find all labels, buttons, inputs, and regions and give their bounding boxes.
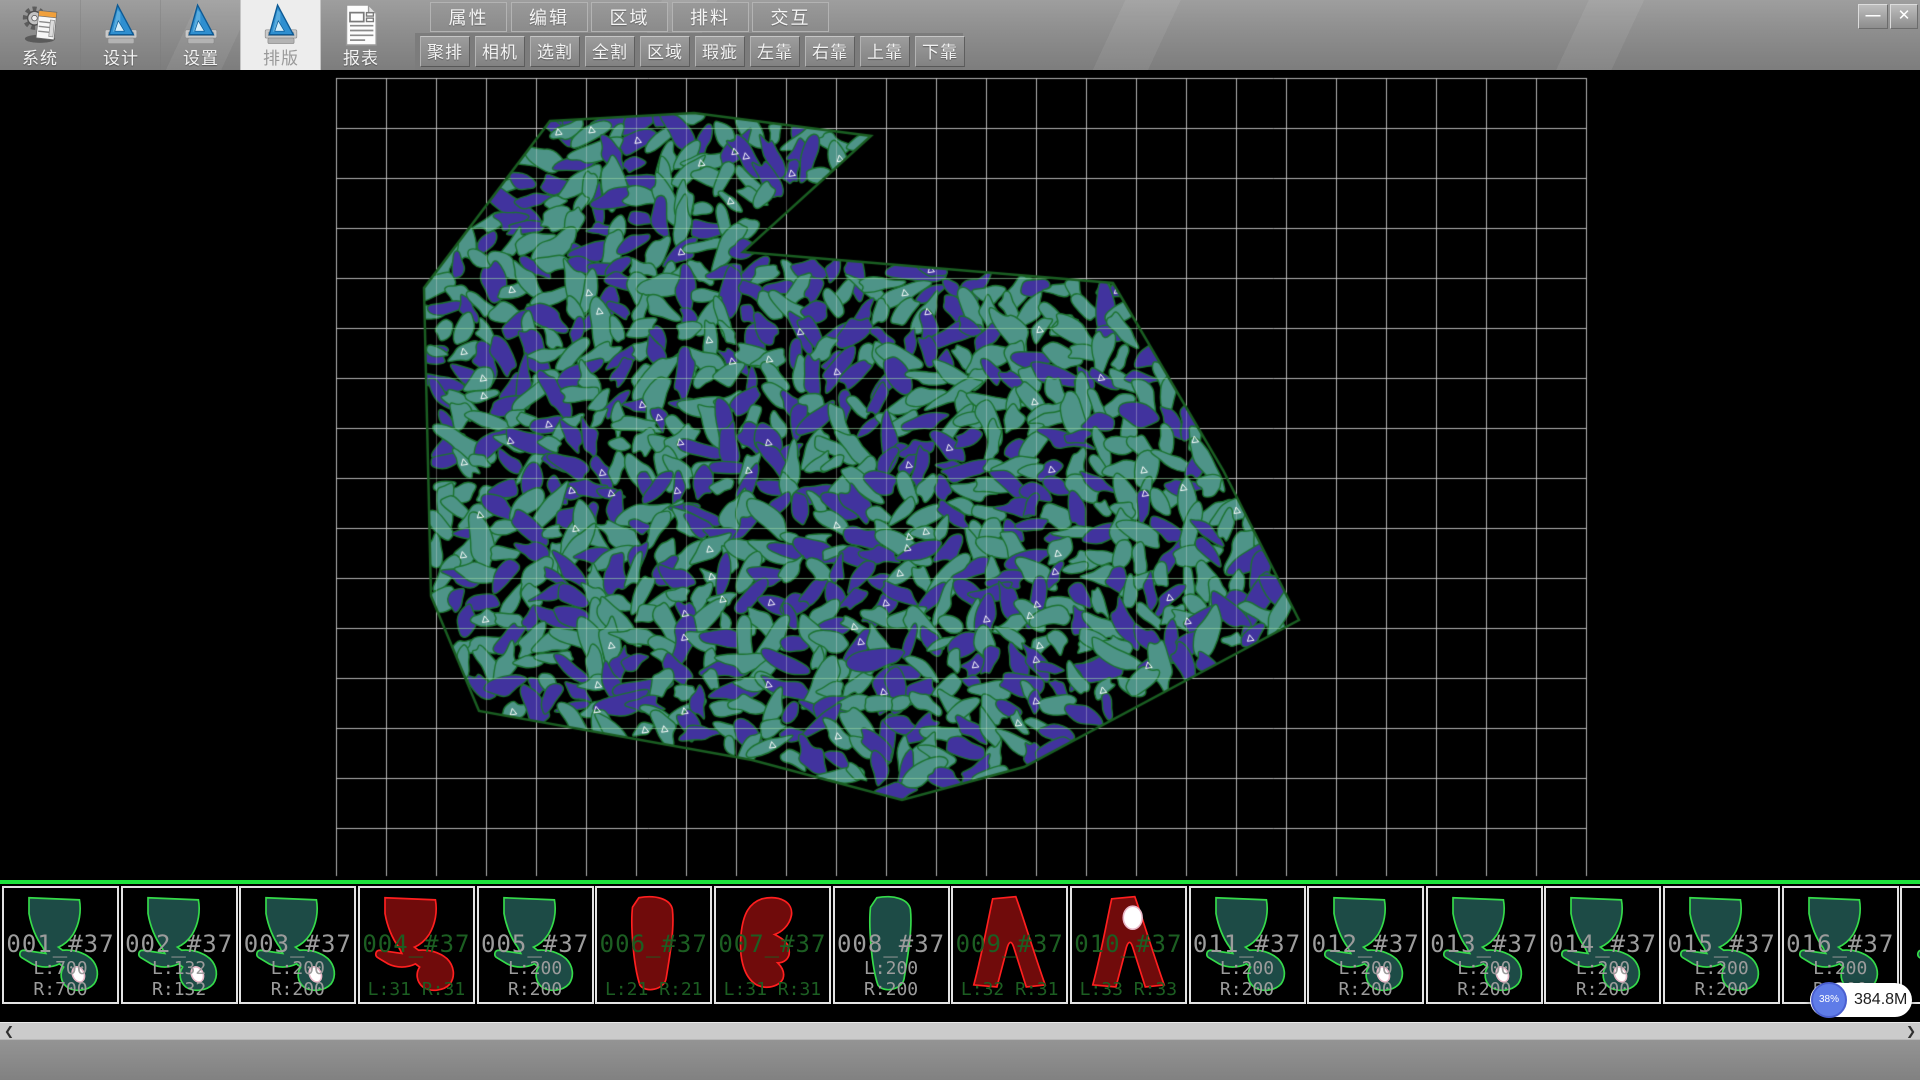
piece-lr-count: L:31 R:31 [360,979,473,1000]
piece-thumbnail-013_#37[interactable]: 013_#37 L:200 R:200 [1426,886,1543,1004]
tool-button-2[interactable]: 相机 [475,36,525,67]
piece-id-label: 010_#37 [1072,930,1185,958]
tool-button-3[interactable]: 选割 [530,36,580,67]
piece-thumbnail-010_#37[interactable]: 010_#37 L:33 R:33 [1070,886,1187,1004]
mode-button-label: 设置 [161,44,241,69]
piece-lr-count: L:31 R:31 [716,979,829,1000]
menu-button-4[interactable]: 排料 [672,2,749,32]
mode-button-4[interactable]: 排版 [240,0,321,70]
piece-thumbnail-008_#37[interactable]: 008_#37 L:200 R:200 [833,886,950,1004]
progress-percent-circle: 38% [1811,982,1847,1018]
piece-thumbnail-009_#37[interactable]: 009_#37 L:32 R:31 [951,886,1068,1004]
menu-button-1[interactable]: 属性 [430,2,507,32]
piece-id-label: 013_#37 [1428,930,1541,958]
gear-notebook-icon [18,2,62,48]
minimize-button[interactable]: — [1858,4,1888,29]
piece-lr-count: L:33 R:33 [1072,979,1185,1000]
piece-id-label: 008_#37 [835,930,948,958]
nesting-canvas[interactable] [0,70,1920,880]
application-window: 系统 设计 设置 排版 报表 属性编辑区 [0,0,1920,1080]
piece-lr-count: L:200 R:200 [1309,958,1422,1000]
tool-button-5[interactable]: 区域 [640,36,690,67]
tool-button-1[interactable]: 聚排 [420,36,470,67]
status-bar [0,1039,1920,1080]
progress-size-label: 384.8M [1854,991,1907,1009]
piece-thumbnail-007_#37[interactable]: 007_#37 L:31 R:31 [714,886,831,1004]
ribbon-toolbar: 系统 设计 设置 排版 报表 属性编辑区 [0,0,1920,70]
set-square-icon [179,2,223,48]
mode-button-3[interactable]: 设置 [160,0,241,70]
piece-lr-count: L:200 R:200 [479,958,592,1000]
tool-button-8[interactable]: 右靠 [805,36,855,67]
mode-button-label: 报表 [321,44,401,69]
piece-id-label: 004_#37 [360,930,473,958]
piece-lr-count: L:200 R:200 [835,958,948,1000]
piece-thumbnail-002_#37[interactable]: 002_#37 L:132 R:132 [121,886,238,1004]
piece-id-label: 012_#37 [1309,930,1422,958]
piece-id-label: 009_#37 [953,930,1066,958]
piece-id-label: 016_#37 [1784,930,1897,958]
set-square-icon [259,2,303,48]
piece-thumbnail-001_#37[interactable]: 001_#37 L:700 R:700 [2,886,119,1004]
piece-lr-count: L:200 R:200 [1191,958,1304,1000]
piece-id-label: 007_#37 [716,930,829,958]
piece-thumbnail-003_#37[interactable]: 003_#37 L:200 R:200 [239,886,356,1004]
piece-thumbnail-011_#37[interactable]: 011_#37 L:200 R:200 [1189,886,1306,1004]
piece-id-label: 011_#37 [1191,930,1304,958]
scroll-left-arrow-icon[interactable]: ❮ [0,1023,18,1039]
piece-lr-count: L:200 R:200 [1546,958,1659,1000]
mode-button-label: 系统 [0,44,80,69]
piece-thumbnail-012_#37[interactable]: 012_#37 L:200 R:200 [1307,886,1424,1004]
menu-button-3[interactable]: 区域 [591,2,668,32]
mode-button-2[interactable]: 设计 [80,0,161,70]
tool-button-4[interactable]: 全割 [585,36,635,67]
report-icon [339,2,383,48]
close-button[interactable]: ✕ [1890,4,1918,29]
piece-thumbnail-004_#37[interactable]: 004_#37 L:31 R:31 [358,886,475,1004]
piece-lr-count: L:132 R:132 [123,958,236,1000]
piece-thumbnail-strip: 001_#37 L:700 R:700 002_#37 L:132 R:132 … [0,884,1920,1008]
mode-button-1[interactable]: 系统 [0,0,80,70]
piece-lr-count: L:200 R:200 [1665,958,1778,1000]
mode-button-5[interactable]: 报表 [320,0,401,70]
piece-id-label: 0 [1902,930,1920,958]
piece-thumbnail-014_#37[interactable]: 014_#37 L:200 R:200 [1544,886,1661,1004]
piece-id-label: 001_#37 [4,930,117,958]
piece-lr-count: L:200 R:200 [241,958,354,1000]
piece-lr-count: L:32 R:31 [953,979,1066,1000]
piece-id-label: 006_#37 [597,930,710,958]
piece-thumbnail-005_#37[interactable]: 005_#37 L:200 R:200 [477,886,594,1004]
piece-id-label: 014_#37 [1546,930,1659,958]
piece-lr-count: L:21 R:21 [597,979,710,1000]
piece-thumbnail-015_#37[interactable]: 015_#37 L:200 R:200 [1663,886,1780,1004]
mode-button-label: 排版 [241,44,321,69]
tool-button-9[interactable]: 上靠 [860,36,910,67]
set-square-icon [99,2,143,48]
piece-thumbnail-006_#37[interactable]: 006_#37 L:21 R:21 [595,886,712,1004]
piece-id-label: 002_#37 [123,930,236,958]
tool-button-6[interactable]: 瑕疵 [695,36,745,67]
piece-id-label: 003_#37 [241,930,354,958]
horizontal-scrollbar[interactable]: ❮ ❯ [0,1022,1920,1039]
tool-button-7[interactable]: 左靠 [750,36,800,67]
scroll-right-arrow-icon[interactable]: ❯ [1902,1023,1920,1039]
piece-lr-count: L:700 R:700 [4,958,117,1000]
piece-id-label: 015_#37 [1665,930,1778,958]
progress-badge[interactable]: 38% 384.8M [1810,983,1912,1017]
menu-button-5[interactable]: 交互 [752,2,829,32]
menu-button-2[interactable]: 编辑 [511,2,588,32]
piece-lr-count: L:200 R:200 [1428,958,1541,1000]
piece-id-label: 005_#37 [479,930,592,958]
mode-button-label: 设计 [81,44,161,69]
tool-button-10[interactable]: 下靠 [915,36,965,67]
